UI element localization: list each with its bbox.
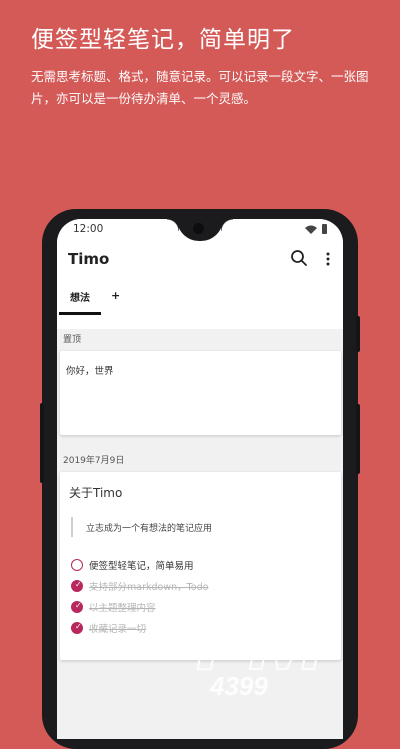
tab-indicator (59, 312, 101, 315)
status-time: 12:00 (73, 223, 104, 235)
app-title: Timo (68, 250, 110, 268)
todo-item[interactable]: 便签型轻笔记，简单易用 (71, 558, 331, 574)
wifi-icon (305, 225, 317, 234)
promo-headline: 便签型轻笔记，简单明了 (31, 27, 295, 53)
search-icon[interactable] (290, 249, 308, 267)
note-quote: 立志成为一个有想法的笔记应用 (86, 524, 213, 534)
more-options-icon[interactable] (323, 250, 333, 268)
checkbox-checked-icon[interactable]: ✓ (71, 601, 83, 613)
camera-icon (193, 223, 204, 234)
app-bar: 12:00 Timo 想法 + (57, 219, 343, 329)
todo-label: 便签型轻笔记，简单易用 (89, 561, 194, 572)
phone-power-button (356, 404, 360, 474)
phone-volume-button (40, 403, 44, 483)
checkbox-checked-icon[interactable]: ✓ (71, 580, 83, 592)
todo-label: 收藏记录一切 (89, 624, 147, 635)
note-card[interactable]: 你好，世界 (60, 351, 341, 435)
note-heading: 关于Timo (69, 486, 123, 500)
add-tab-button[interactable]: + (111, 289, 120, 302)
section-label-pinned: 置顶 (63, 335, 82, 345)
quote-bar (71, 517, 73, 537)
tab-ideas[interactable]: 想法 (59, 289, 101, 313)
note-text: 你好，世界 (66, 366, 114, 377)
fm4399-watermark-logo: FM 4399 (195, 587, 332, 701)
checkbox-unchecked-icon[interactable] (71, 559, 83, 571)
todo-label: 以主题整理内容 (89, 603, 156, 614)
phone-side-button (356, 316, 360, 352)
section-label-date: 2019年7月9日 (63, 456, 125, 466)
watermark-number: 4399 (209, 671, 268, 701)
checkbox-checked-icon[interactable]: ✓ (71, 622, 83, 634)
promo-subtext: 无需思考标题、格式，随意记录。可以记录一段文字、一张图片，亦可以是一份待办清单、… (31, 69, 369, 106)
battery-icon (322, 224, 327, 234)
